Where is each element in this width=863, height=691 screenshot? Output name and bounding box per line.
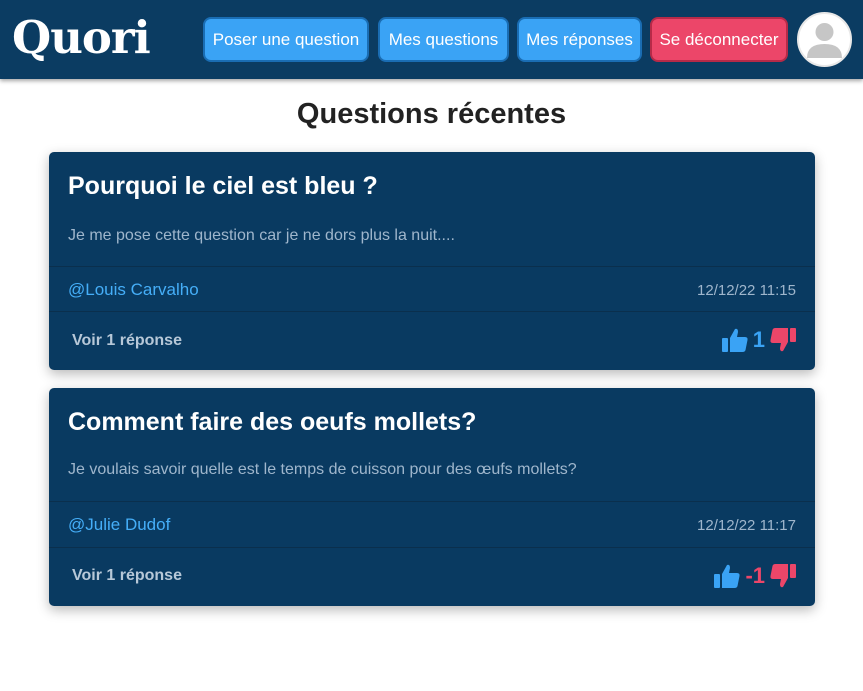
card-divider [49,266,815,267]
page-title: Questions récentes [296,98,567,130]
question-title[interactable]: Comment faire des oeufs mollets? [68,408,476,437]
question-body: Je me pose cette question car je ne dors… [68,227,455,244]
vote-controls: -1 [713,562,797,590]
question-title[interactable]: Pourquoi le ciel est bleu ? [68,172,378,201]
card-divider [49,547,815,548]
user-avatar-icon [807,23,842,58]
thumbs-down-icon[interactable] [769,562,797,590]
app-logo[interactable]: Quori [12,10,151,66]
question-author-link[interactable]: @Louis Carvalho [68,280,199,300]
vote-score: 1 [752,327,765,352]
user-avatar[interactable] [797,12,852,67]
view-answers-link[interactable]: Voir 1 réponse [72,567,182,585]
card-divider [49,311,815,312]
question-body: Je voulais savoir quelle est le temps de… [68,461,577,478]
thumbs-down-icon[interactable] [769,326,797,354]
ask-question-button[interactable]: Poser une question [203,17,369,62]
question-date: 12/12/22 11:17 [697,517,796,534]
logout-button[interactable]: Se déconnecter [650,17,788,62]
question-author-link[interactable]: @Julie Dudof [68,515,170,535]
thumbs-up-icon[interactable] [721,326,749,354]
view-answers-link[interactable]: Voir 1 réponse [72,332,182,350]
question-date: 12/12/22 11:15 [697,282,796,299]
my-questions-button[interactable]: Mes questions [378,17,509,62]
vote-controls: 1 [721,326,797,354]
card-divider [49,501,815,502]
question-card: Pourquoi le ciel est bleu ? Je me pose c… [49,152,815,370]
my-answers-button[interactable]: Mes réponses [517,17,642,62]
thumbs-up-icon[interactable] [713,562,741,590]
question-card: Comment faire des oeufs mollets? Je voul… [49,388,815,606]
top-navbar: Quori Poser une question Mes questions M… [0,0,863,79]
vote-score: -1 [745,563,765,588]
